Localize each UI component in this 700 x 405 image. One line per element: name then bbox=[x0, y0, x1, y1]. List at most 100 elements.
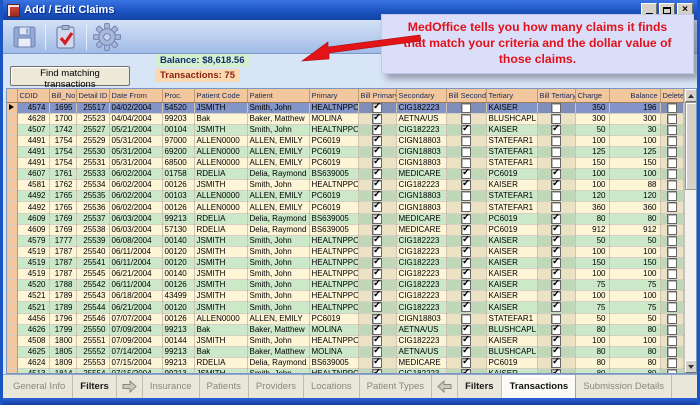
settings-button[interactable] bbox=[89, 22, 125, 52]
row-selector[interactable] bbox=[7, 124, 17, 135]
row-selector[interactable] bbox=[7, 258, 17, 269]
cell-bill_secondary[interactable]: ✓ bbox=[446, 291, 486, 302]
cell-bill_tertiary[interactable]: ✓ bbox=[537, 169, 575, 180]
row-selector[interactable] bbox=[7, 335, 17, 346]
bill_primary-checkbox[interactable]: ✓ bbox=[372, 269, 382, 279]
bill_tertiary-checkbox[interactable]: ✓ bbox=[551, 280, 561, 290]
row-selector[interactable] bbox=[7, 280, 17, 291]
table-row[interactable]: 462817002552304/04/200499203BakBaker, Ma… bbox=[7, 113, 683, 124]
tab-filters[interactable]: Filters bbox=[73, 375, 117, 398]
cell-bill_tertiary[interactable]: ✓ bbox=[537, 246, 575, 257]
bill_tertiary-checkbox[interactable]: ✓ bbox=[551, 236, 561, 246]
cell-delete[interactable] bbox=[660, 224, 683, 235]
vertical-scrollbar[interactable] bbox=[684, 89, 697, 373]
bill_secondary-checkbox[interactable]: ✓ bbox=[461, 347, 471, 357]
table-row[interactable]: 449217652553606/02/200400126ALLEN0000ALL… bbox=[7, 202, 683, 213]
cell-bill_secondary[interactable]: ✓ bbox=[446, 124, 486, 135]
cell-delete[interactable] bbox=[660, 302, 683, 313]
bill_primary-checkbox[interactable]: ✓ bbox=[372, 302, 382, 312]
scrollbar-thumb[interactable] bbox=[685, 102, 698, 190]
row-selector[interactable] bbox=[7, 235, 17, 246]
cell-delete[interactable] bbox=[660, 180, 683, 191]
save-button[interactable] bbox=[7, 22, 43, 52]
column-header-bill_no[interactable]: Bill_No bbox=[49, 89, 76, 102]
delete-checkbox[interactable] bbox=[667, 369, 677, 374]
cell-delete[interactable] bbox=[660, 135, 683, 146]
tab-submission-details[interactable]: Submission Details bbox=[576, 375, 672, 398]
bill_primary-checkbox[interactable]: ✓ bbox=[372, 103, 382, 113]
delete-checkbox[interactable] bbox=[667, 347, 677, 357]
delete-checkbox[interactable] bbox=[667, 314, 677, 324]
tab-locations[interactable]: Locations bbox=[304, 375, 360, 398]
column-header-tertiary[interactable]: Tertiary bbox=[486, 89, 537, 102]
bill_tertiary-checkbox[interactable] bbox=[551, 158, 561, 168]
cell-bill_tertiary[interactable] bbox=[537, 313, 575, 324]
cell-bill_primary[interactable]: ✓ bbox=[358, 246, 396, 257]
cell-bill_tertiary[interactable] bbox=[537, 202, 575, 213]
bill_tertiary-checkbox[interactable] bbox=[551, 136, 561, 146]
row-selector[interactable] bbox=[7, 224, 17, 235]
delete-checkbox[interactable] bbox=[667, 147, 677, 157]
cell-bill_primary[interactable]: ✓ bbox=[358, 369, 396, 374]
cell-delete[interactable] bbox=[660, 369, 683, 374]
delete-checkbox[interactable] bbox=[667, 169, 677, 179]
delete-checkbox[interactable] bbox=[667, 336, 677, 346]
bill_tertiary-checkbox[interactable] bbox=[551, 147, 561, 157]
row-selector[interactable] bbox=[7, 191, 17, 202]
cell-bill_primary[interactable]: ✓ bbox=[358, 269, 396, 280]
cell-bill_tertiary[interactable]: ✓ bbox=[537, 269, 575, 280]
delete-checkbox[interactable] bbox=[667, 247, 677, 257]
bill_secondary-checkbox[interactable] bbox=[461, 136, 471, 146]
table-row[interactable]: 449117542553005/31/200469200ALLEN0000ALL… bbox=[7, 146, 683, 157]
cell-bill_primary[interactable]: ✓ bbox=[358, 113, 396, 124]
delete-checkbox[interactable] bbox=[667, 280, 677, 290]
cell-delete[interactable] bbox=[660, 213, 683, 224]
cell-delete[interactable] bbox=[660, 124, 683, 135]
bill_tertiary-checkbox[interactable]: ✓ bbox=[551, 247, 561, 257]
bill_secondary-checkbox[interactable]: ✓ bbox=[461, 336, 471, 346]
bill_primary-checkbox[interactable]: ✓ bbox=[372, 158, 382, 168]
cell-delete[interactable] bbox=[660, 246, 683, 257]
bill_tertiary-checkbox[interactable] bbox=[551, 114, 561, 124]
table-row[interactable]: 449117542552905/31/200497000ALLEN0000ALL… bbox=[7, 135, 683, 146]
delete-checkbox[interactable] bbox=[667, 225, 677, 235]
bill_tertiary-checkbox[interactable]: ✓ bbox=[551, 180, 561, 190]
cell-bill_tertiary[interactable]: ✓ bbox=[537, 335, 575, 346]
bill_primary-checkbox[interactable]: ✓ bbox=[372, 291, 382, 301]
table-row[interactable]: 451917872554106/11/200400120JSMITHSmith,… bbox=[7, 258, 683, 269]
bill_primary-checkbox[interactable]: ✓ bbox=[372, 225, 382, 235]
column-header-cdid[interactable]: CDID bbox=[17, 89, 49, 102]
cell-bill_secondary[interactable]: ✓ bbox=[446, 213, 486, 224]
cell-delete[interactable] bbox=[660, 235, 683, 246]
row-selector[interactable] bbox=[7, 180, 17, 191]
cell-delete[interactable] bbox=[660, 202, 683, 213]
cell-bill_primary[interactable]: ✓ bbox=[358, 158, 396, 169]
row-selector[interactable] bbox=[7, 169, 17, 180]
cell-bill_primary[interactable]: ✓ bbox=[358, 224, 396, 235]
tab-patients[interactable]: Patients bbox=[200, 375, 249, 398]
bill_primary-checkbox[interactable]: ✓ bbox=[372, 247, 382, 257]
bill_secondary-checkbox[interactable]: ✓ bbox=[461, 269, 471, 279]
bill_tertiary-checkbox[interactable]: ✓ bbox=[551, 125, 561, 135]
cell-bill_tertiary[interactable]: ✓ bbox=[537, 258, 575, 269]
row-selector[interactable] bbox=[7, 358, 17, 369]
verify-claims-button[interactable] bbox=[48, 22, 84, 52]
row-selector[interactable] bbox=[7, 291, 17, 302]
delete-checkbox[interactable] bbox=[667, 191, 677, 201]
cell-bill_primary[interactable]: ✓ bbox=[358, 291, 396, 302]
cell-delete[interactable] bbox=[660, 291, 683, 302]
bill_tertiary-checkbox[interactable] bbox=[551, 202, 561, 212]
table-row[interactable]: 451917872554506/21/200400140JSMITHSmith,… bbox=[7, 269, 683, 280]
cell-bill_secondary[interactable]: ✓ bbox=[446, 269, 486, 280]
delete-checkbox[interactable] bbox=[667, 125, 677, 135]
bill_primary-checkbox[interactable]: ✓ bbox=[372, 136, 382, 146]
bill_tertiary-checkbox[interactable]: ✓ bbox=[551, 269, 561, 279]
column-header-primary[interactable]: Primary bbox=[309, 89, 358, 102]
column-header-detail_id[interactable]: Detail ID bbox=[76, 89, 109, 102]
delete-checkbox[interactable] bbox=[667, 202, 677, 212]
table-row[interactable]: 452017882554206/11/200400126JSMITHSmith,… bbox=[7, 280, 683, 291]
cell-bill_secondary[interactable] bbox=[446, 191, 486, 202]
bill_tertiary-checkbox[interactable] bbox=[551, 191, 561, 201]
cell-bill_primary[interactable]: ✓ bbox=[358, 324, 396, 335]
bill_secondary-checkbox[interactable] bbox=[461, 147, 471, 157]
